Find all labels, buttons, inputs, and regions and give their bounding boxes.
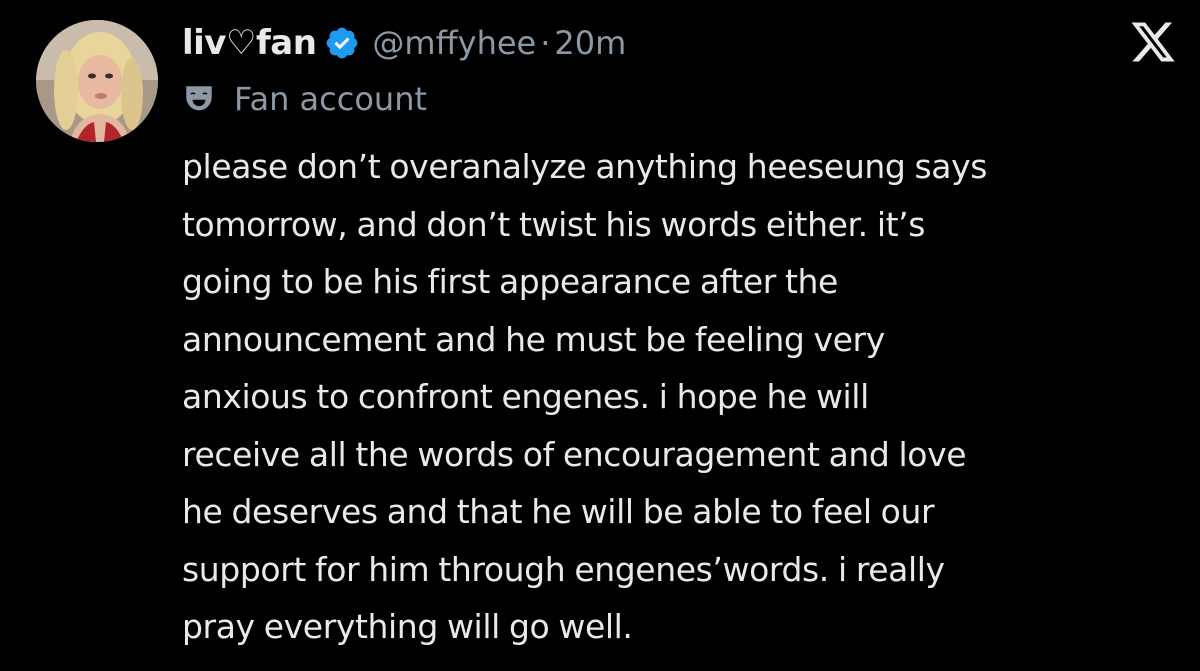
handle[interactable]: @mffyhee [372,24,536,62]
separator-dot: · [540,24,551,62]
x-logo-icon[interactable] [1128,18,1178,66]
tweet-text-line: tomorrow, and don’t twist his words eith… [182,204,926,244]
fan-account-label: Fan account [234,80,428,118]
tweet-text-line: he deserves and that he will be able to … [182,492,935,531]
tweet-text-line: announcement and he must be feeling very [182,319,885,359]
verified-badge-icon [324,25,360,61]
tweet-text-line: receive all the words of encouragement a… [182,434,967,474]
tweet-text-line: pray everything will go well. [182,607,633,646]
account-label: Fan account [182,76,427,122]
tweet-text-line: please don’t overanalyze anything heeseu… [182,147,988,186]
timestamp[interactable]: 20m [554,24,626,62]
tweet-header: liv♡fan @mffyhee · 20m [182,18,626,68]
tweet-text-line: going to be his first appearance after t… [182,262,838,301]
avatar-photo [36,20,158,142]
tweet-text-line: anxious to confront engenes. i hope he w… [182,377,869,416]
tweet-card: liv♡fan @mffyhee · 20m Fan account pleas… [0,0,1200,671]
tweet-text-line: support for him through engenes’words. i… [182,549,945,589]
display-name[interactable]: liv♡fan [182,23,317,63]
theater-mask-icon [182,82,216,116]
avatar[interactable] [36,20,158,142]
tweet-text: please don’t overanalyze anything heeseu… [182,138,1182,656]
